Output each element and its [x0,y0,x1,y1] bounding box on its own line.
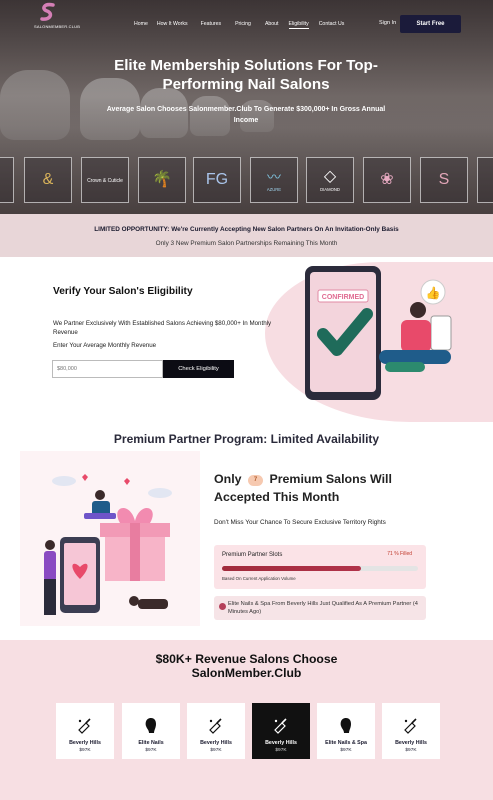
salon-card-name: Beverly Hills [200,740,232,746]
nav-eligibility[interactable]: Eligibility [288,21,309,29]
limited-opportunity-banner [0,214,493,257]
choose-title: $80K+ Revenue Salons Choose SalonMember.… [155,652,338,680]
partner-logo [477,157,493,203]
signin-link[interactable]: Sign In [379,20,396,26]
banner-subline: Only 3 New Premium Salon Partnerships Re… [155,240,338,247]
premium-title: Premium Partner Program: Limited Availab… [113,432,380,446]
nav-features[interactable]: Features [201,21,221,29]
confirmed-label: CONFIRMED [322,294,364,301]
s-script-logo-text: S [438,171,450,188]
slots-progress-fill [222,566,362,571]
nail-polish-icon [209,718,222,734]
partner-logo: 🌴 [138,157,186,203]
hero-subtitle: Average Salon Chooses Salonmember.Club T… [106,106,386,124]
salon-card-revenue: $97K [405,748,417,753]
salon-card[interactable]: Beverly Hills $97K [382,703,440,759]
slots-percent: 71 % Filled [387,551,412,557]
gift-illustration-panel [20,451,200,626]
logo-text: SALONMEMBER.CLUB [34,24,81,29]
salon-card-name: Beverly Hills [395,740,427,746]
nail-polish-icon [78,718,91,734]
revenue-input[interactable] [52,360,163,378]
nav-home[interactable]: Home [134,21,148,29]
nav-about[interactable]: About [265,21,279,29]
nail-polish-icon [404,718,417,734]
salon-card-name: Beverly Hills [69,740,101,746]
diamond-logo-text: DIAMOND [320,187,340,192]
banner-headline: LIMITED OPPORTUNITY: We're Currently Acc… [94,226,399,233]
site-logo[interactable]: SALONMEMBER.CLUB [34,2,80,30]
verify-title: Verify Your Salon's Eligibility [53,286,193,297]
slots-note: Based On Current Application Volume [222,576,296,581]
nav-how-it-works[interactable]: How It Works [157,21,188,29]
salon-card[interactable]: Beverly Hills $97K [187,703,245,759]
partner-logo: & [24,157,72,203]
partner-logo-strip: ✦ & Crown & Cuticle 🌴 FG 〰 AZURE ◇ DIAMOND… [0,157,493,203]
salon-card[interactable]: Elite Nails & Spa $97K [317,703,375,759]
partner-logo: ✦ [0,157,14,203]
partner-logo: FG [193,157,241,203]
verify-description: We Partner Exclusively With Established … [53,320,272,336]
azure-wave-icon: 〰 [267,169,281,185]
salon-card-name: Beverly Hills [265,740,297,746]
hero-section: SALONMEMBER.CLUB Home How It Works Featu… [0,0,493,214]
nail-polish-icon [274,718,287,734]
territory-subtext: Don't Miss Your Chance To Secure Exclusi… [214,519,386,526]
start-free-button[interactable]: Start Free [400,15,461,33]
page: SALONMEMBER.CLUB Home How It Works Featu… [0,0,493,800]
slots-label: Premium Partner Slots [222,552,283,558]
nav-contact-us[interactable]: Contact Us [319,21,345,29]
only-salons-heading: Only 7 Premium Salons Will Accepted This… [214,470,444,506]
salon-card[interactable]: Beverly Hills $97K [252,703,310,759]
lotus-logo-icon: ❀ [380,171,394,188]
partner-logo: Crown & Cuticle [81,157,129,203]
gift-heart-illustration [44,474,172,615]
salon-card-name: Elite Nails & Spa [325,740,367,746]
revenue-label: Enter Your Average Monthly Revenue [53,342,157,349]
check-eligibility-button[interactable]: Check Eligibility [163,360,234,378]
notification-text: Elite Nails & Spa From Beverly Hills Jus… [228,601,418,615]
main-nav: Home How It Works Features Pricing About… [134,21,344,29]
ampersand-logo-icon: & [42,171,54,188]
salon-card-revenue: $97K [79,748,91,753]
salon-card-revenue: $97K [210,748,222,753]
only-prefix: Only [214,472,242,486]
palm-logo-icon: 🌴 [152,171,172,188]
salon-card-name: Elite Nails [138,740,164,746]
salon-card[interactable]: Elite Nails $97K [122,703,180,759]
logo-s-icon [40,2,55,21]
hero-title: Elite Membership Solutions For Top-Perfo… [114,57,378,93]
slots-count-badge: 7 [248,475,263,486]
diamond-logo-icon: ◇ [323,168,337,185]
partner-logo: ◇ DIAMOND [306,157,354,203]
salon-card[interactable]: Beverly Hills $97K [56,703,114,759]
partner-slots-card: Premium Partner Slots 71 % Filled Based … [214,545,426,589]
svg-text:👍: 👍 [426,286,441,300]
fg-logo-text: FG [205,171,229,188]
woman-profile-icon [340,718,351,733]
check-circle-icon [219,603,226,610]
salon-card-revenue: $97K [340,748,352,753]
nav-pricing[interactable]: Pricing [235,21,251,29]
qualified-notification: Elite Nails & Spa From Beverly Hills Jus… [214,596,426,620]
partner-logo: 〰 AZURE [250,157,298,203]
salon-card-revenue: $97K [275,748,287,753]
slots-progress-bar [222,566,418,571]
partner-logo: S [420,157,468,203]
woman-profile-icon [145,718,156,733]
crown-cuticle-logo-text: Crown & Cuticle [87,177,123,184]
salon-card-revenue: $97K [145,748,157,753]
azure-logo-text: AZURE [266,187,282,192]
confirmed-phone-illustration: CONFIRMED 👍 [305,266,452,400]
partner-logo: ❀ [363,157,411,203]
